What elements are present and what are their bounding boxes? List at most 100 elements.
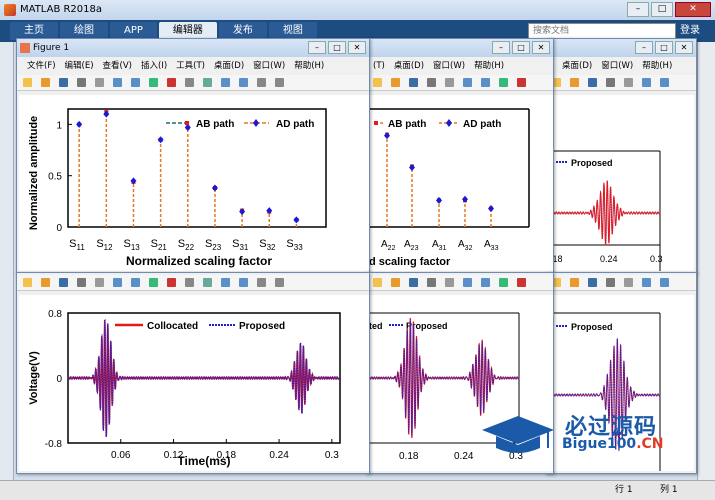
print-icon[interactable] — [606, 278, 615, 287]
maximize-button[interactable]: □ — [651, 2, 673, 17]
legend-ad-marker — [253, 119, 259, 127]
figure-minimize-button[interactable]: – — [492, 41, 510, 54]
link-icon[interactable] — [221, 78, 230, 87]
pointer-icon[interactable] — [95, 278, 104, 287]
figure-window-1[interactable]: Figure 1 – □ ✕ 文件(F) 编辑(E) 查看(V) 插入(I) 工具(T)… — [16, 38, 370, 274]
figure-maximize-button[interactable]: □ — [328, 41, 346, 54]
zoom-in-icon[interactable] — [113, 78, 122, 87]
figure-window-top-right[interactable]: – □ ✕ 桌面(D) 窗口(W) 帮助(H) Proposed .18 0.2 — [545, 38, 697, 274]
figure-minimize-button[interactable]: – — [308, 41, 326, 54]
legend-icon[interactable] — [257, 278, 266, 287]
hide-plot-icon[interactable] — [275, 78, 284, 87]
menu-item[interactable]: (T) — [373, 59, 385, 73]
new-file-icon[interactable] — [23, 78, 32, 87]
print-icon[interactable] — [77, 278, 86, 287]
x-axis-label: Normalized scaling factor — [126, 254, 272, 268]
menu-item[interactable]: 文件(F) — [27, 59, 56, 73]
rotate-icon[interactable] — [167, 78, 176, 87]
data-cursor-icon[interactable] — [185, 78, 194, 87]
pointer-icon[interactable] — [624, 78, 633, 87]
menu-item[interactable]: 编辑(E) — [65, 59, 94, 73]
close-button[interactable]: ✕ — [675, 2, 711, 17]
open-icon[interactable] — [570, 278, 579, 287]
left-panel-edge — [0, 42, 14, 480]
legend-proposed-label: Proposed — [571, 322, 613, 332]
pointer-icon[interactable] — [445, 78, 454, 87]
zoom-out-icon[interactable] — [131, 278, 140, 287]
save-icon[interactable] — [409, 78, 418, 87]
link-icon[interactable] — [221, 278, 230, 287]
zoom-out-icon[interactable] — [660, 278, 669, 287]
open-icon[interactable] — [570, 78, 579, 87]
menu-item[interactable]: 工具(T) — [176, 59, 205, 73]
open-icon[interactable] — [391, 278, 400, 287]
menu-item[interactable]: 帮助(H) — [642, 59, 672, 73]
print-icon[interactable] — [77, 78, 86, 87]
menu-item[interactable]: 窗口(W) — [601, 59, 633, 73]
open-icon[interactable] — [41, 78, 50, 87]
rotate-icon[interactable] — [517, 78, 526, 87]
rotate-icon[interactable] — [167, 278, 176, 287]
legend-icon[interactable] — [257, 78, 266, 87]
zoom-in-icon[interactable] — [463, 78, 472, 87]
plot-canvas: 0.8 0 -0.8 0.06 0.12 0.18 0.24 0.3 Collocated Pro… — [19, 295, 369, 471]
figure-close-button[interactable]: ✕ — [532, 41, 550, 54]
open-icon[interactable] — [41, 278, 50, 287]
save-icon[interactable] — [409, 278, 418, 287]
menu-item[interactable]: 查看(V) — [103, 59, 132, 73]
search-docs-input[interactable]: 搜索文档 — [528, 23, 676, 39]
zoom-in-icon[interactable] — [113, 278, 122, 287]
save-icon[interactable] — [588, 78, 597, 87]
save-icon[interactable] — [59, 278, 68, 287]
legend-ab-marker — [185, 121, 189, 125]
watermark-url-main: Bigue100 — [562, 436, 637, 452]
menu-item[interactable]: 插入(I) — [141, 59, 167, 73]
login-button[interactable]: 登录 — [680, 23, 700, 39]
zoom-in-icon[interactable] — [642, 78, 651, 87]
figure-window-top-middle[interactable]: – □ ✕ (T) 桌面(D) 窗口(W) 帮助(H) AB path AD p… — [366, 38, 554, 274]
menu-item[interactable]: 窗口(W) — [253, 59, 285, 73]
figure-window-2[interactable]: 0.8 0 -0.8 0.06 0.12 0.18 0.24 0.3 Collocated Pro… — [16, 272, 370, 474]
menu-item[interactable]: 桌面(D) — [562, 59, 592, 73]
pointer-icon[interactable] — [624, 278, 633, 287]
open-icon[interactable] — [391, 78, 400, 87]
save-icon[interactable] — [59, 78, 68, 87]
save-icon[interactable] — [588, 278, 597, 287]
brush-icon[interactable] — [203, 78, 212, 87]
zoom-in-icon[interactable] — [642, 278, 651, 287]
pointer-icon[interactable] — [445, 278, 454, 287]
new-file-icon[interactable] — [373, 78, 382, 87]
menu-item[interactable]: 窗口(W) — [433, 59, 465, 73]
pan-icon[interactable] — [499, 278, 508, 287]
menu-item[interactable]: 帮助(H) — [474, 59, 504, 73]
colorbar-icon[interactable] — [239, 278, 248, 287]
zoom-out-icon[interactable] — [481, 78, 490, 87]
zoom-out-icon[interactable] — [481, 278, 490, 287]
figure-close-button[interactable]: ✕ — [675, 41, 693, 54]
new-file-icon[interactable] — [23, 278, 32, 287]
menu-item[interactable]: 桌面(D) — [394, 59, 424, 73]
zoom-in-icon[interactable] — [463, 278, 472, 287]
minimize-button[interactable]: – — [627, 2, 649, 17]
pan-icon[interactable] — [149, 278, 158, 287]
print-icon[interactable] — [427, 78, 436, 87]
pan-icon[interactable] — [499, 78, 508, 87]
figure-maximize-button[interactable]: □ — [512, 41, 530, 54]
pan-icon[interactable] — [149, 78, 158, 87]
figure-maximize-button[interactable]: □ — [655, 41, 673, 54]
zoom-out-icon[interactable] — [660, 78, 669, 87]
colorbar-icon[interactable] — [239, 78, 248, 87]
menu-item[interactable]: 桌面(D) — [214, 59, 244, 73]
zoom-out-icon[interactable] — [131, 78, 140, 87]
print-icon[interactable] — [427, 278, 436, 287]
new-file-icon[interactable] — [373, 278, 382, 287]
rotate-icon[interactable] — [517, 278, 526, 287]
figure-close-button[interactable]: ✕ — [348, 41, 366, 54]
menu-item[interactable]: 帮助(H) — [294, 59, 324, 73]
brush-icon[interactable] — [203, 278, 212, 287]
hide-plot-icon[interactable] — [275, 278, 284, 287]
print-icon[interactable] — [606, 78, 615, 87]
figure-minimize-button[interactable]: – — [635, 41, 653, 54]
data-cursor-icon[interactable] — [185, 278, 194, 287]
pointer-icon[interactable] — [95, 78, 104, 87]
